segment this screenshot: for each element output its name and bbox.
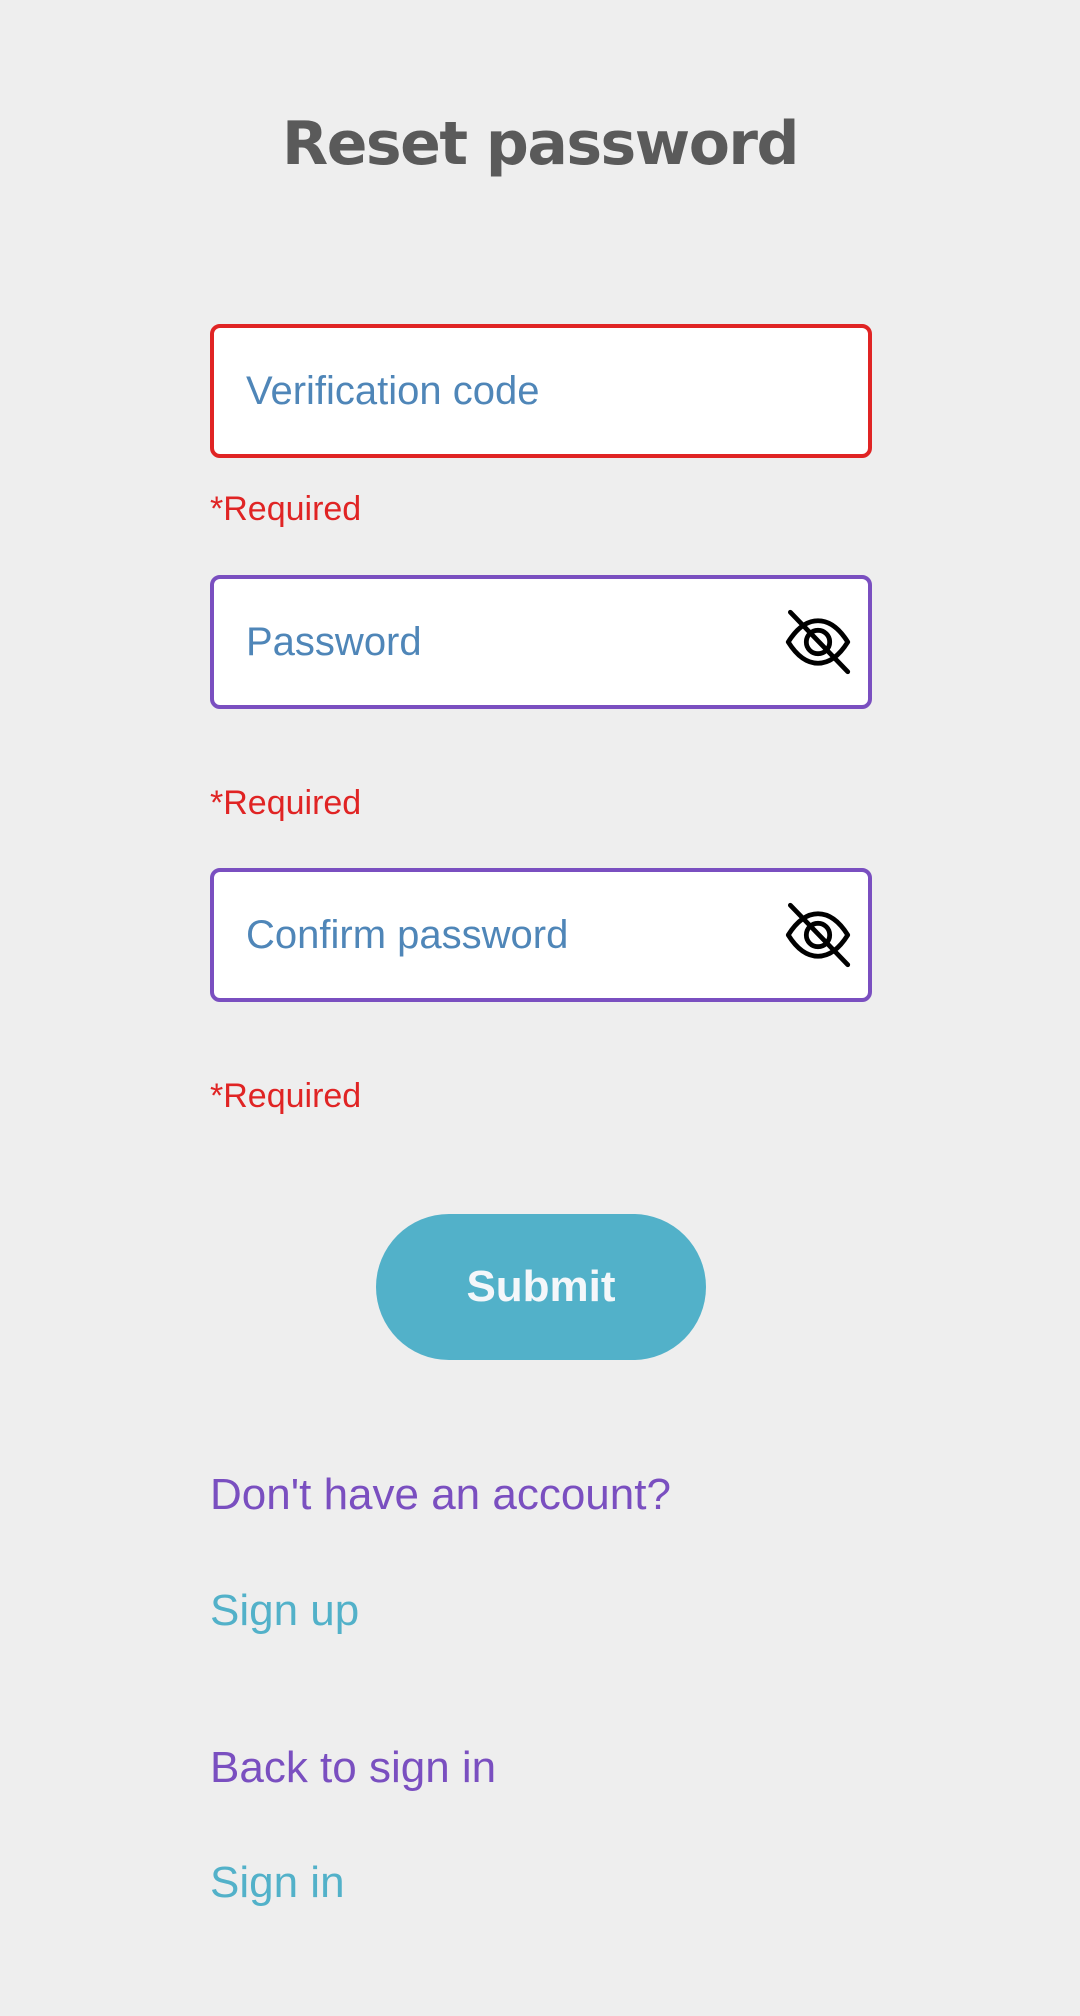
back-to-sign-in-text: Back to sign in [210,1743,497,1792]
eye-off-icon[interactable] [782,606,854,678]
confirm-password-input[interactable] [246,872,766,998]
verification-code-input[interactable] [246,328,766,454]
confirm-password-field[interactable] [210,868,872,1002]
password-error: *Required [210,784,362,822]
submit-button[interactable]: Submit [376,1214,706,1360]
no-account-text: Don't have an account? [210,1470,671,1519]
sign-up-link[interactable]: Sign up [210,1586,359,1636]
confirm-password-error: *Required [210,1077,362,1115]
verification-code-field[interactable] [210,324,872,458]
sign-in-link[interactable]: Sign in [210,1858,345,1908]
verification-code-error: *Required [210,490,362,528]
password-input[interactable] [246,579,766,705]
password-field[interactable] [210,575,872,709]
eye-off-icon[interactable] [782,899,854,971]
page-title: Reset password [282,109,799,179]
